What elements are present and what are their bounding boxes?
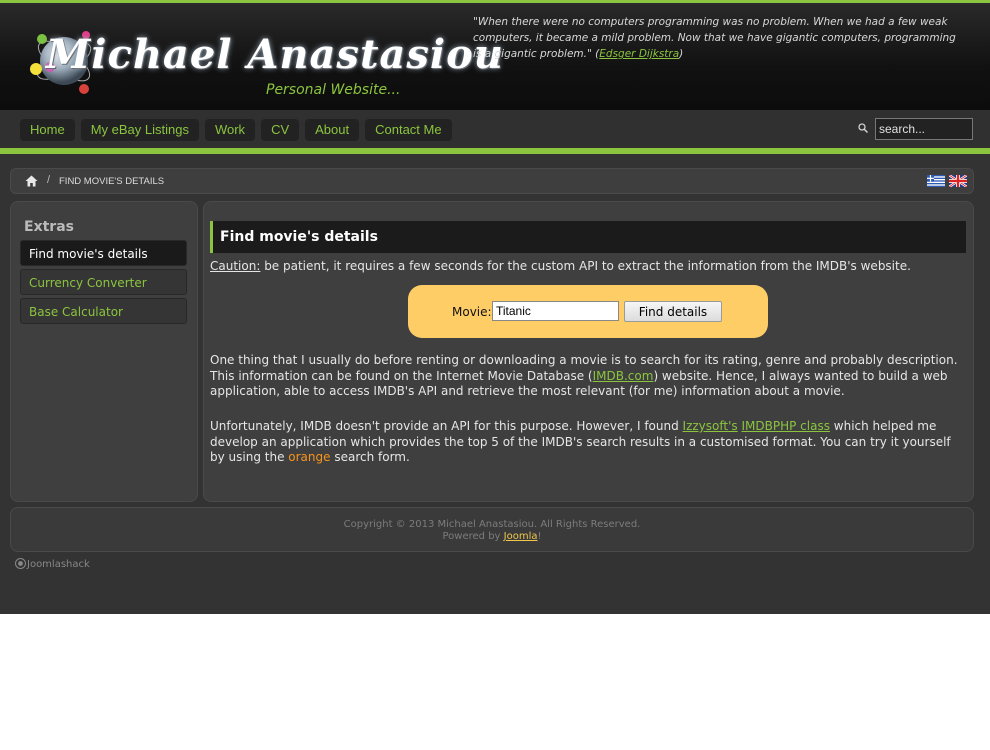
copyright-text: Copyright © 2013 Michael Anastasiou. All… bbox=[343, 519, 641, 530]
joomlashack-label: Joomlashack bbox=[27, 559, 90, 570]
uk-flag-icon[interactable] bbox=[949, 175, 967, 187]
nav-item-about[interactable]: About bbox=[305, 119, 360, 141]
find-details-button[interactable]: Find details bbox=[624, 301, 722, 322]
nav-item-contact-me[interactable]: Contact Me bbox=[365, 119, 452, 141]
search-box bbox=[858, 118, 974, 140]
sidebar-extras: Extras Find movie's details Currency Con… bbox=[10, 201, 198, 502]
quote-text: "When there were no computers programmin… bbox=[473, 16, 956, 60]
greek-flag-icon[interactable] bbox=[927, 175, 945, 187]
joomla-link[interactable]: Joomla bbox=[504, 531, 538, 542]
sidebar-item-find-movie-details[interactable]: Find movie's details bbox=[20, 240, 187, 266]
search-input[interactable] bbox=[875, 118, 973, 140]
nav-menu: Home My eBay Listings Work CV About Cont… bbox=[20, 119, 452, 141]
nav-item-ebay-listings[interactable]: My eBay Listings bbox=[80, 119, 199, 141]
sidebar-item-base-calculator[interactable]: Base Calculator bbox=[20, 298, 187, 324]
site-header: Michael Anastasiou Personal Website... "… bbox=[0, 0, 990, 110]
search-icon bbox=[858, 123, 868, 133]
para2-text-a: Unfortunately, IMDB doesn't provide an A… bbox=[210, 419, 683, 433]
sidebar-item-currency-converter[interactable]: Currency Converter bbox=[20, 269, 187, 295]
caution-text: be patient, it requires a few seconds fo… bbox=[260, 259, 911, 273]
joomlashack-credit[interactable]: Joomlashack bbox=[15, 558, 90, 570]
site-footer: Copyright © 2013 Michael Anastasiou. All… bbox=[10, 507, 974, 552]
breadcrumb-separator: / bbox=[47, 174, 51, 186]
details-paragraph: Unfortunately, IMDB doesn't provide an A… bbox=[210, 419, 968, 466]
orange-word: orange bbox=[288, 450, 331, 464]
page-title-bar: Find movie's details bbox=[210, 221, 966, 253]
para2-text-c: search form. bbox=[330, 450, 410, 464]
izzysoft-link[interactable]: Izzysoft's bbox=[683, 419, 738, 433]
movie-input[interactable] bbox=[492, 301, 619, 321]
main-navigation: Home My eBay Listings Work CV About Cont… bbox=[0, 110, 990, 148]
imdb-link[interactable]: IMDB.com bbox=[593, 369, 654, 383]
powered-by-text: Powered by bbox=[442, 531, 504, 542]
powered-by-line: Powered by Joomla! bbox=[11, 531, 973, 542]
intro-paragraph: One thing that I usually do before renti… bbox=[210, 353, 968, 400]
movie-search-form: Movie: Find details bbox=[408, 285, 768, 338]
powered-by-end: ! bbox=[537, 531, 542, 542]
breadcrumb: / FIND MOVIE'S DETAILS bbox=[10, 168, 974, 194]
nav-divider bbox=[0, 148, 990, 154]
nav-item-cv[interactable]: CV bbox=[261, 119, 300, 141]
caution-note: Caution: be patient, it requires a few s… bbox=[210, 259, 966, 273]
logo-name: Michael Anastasiou bbox=[46, 31, 504, 78]
page-title: Find movie's details bbox=[220, 229, 378, 245]
home-icon[interactable] bbox=[25, 175, 38, 187]
sidebar-title: Extras bbox=[24, 219, 74, 235]
header-quote: "When there were no computers programmin… bbox=[473, 14, 965, 62]
nav-item-work[interactable]: Work bbox=[204, 119, 256, 141]
imdbphp-class-link[interactable]: IMDBPHP class bbox=[741, 419, 829, 433]
nav-item-home[interactable]: Home bbox=[20, 119, 75, 141]
breadcrumb-current: FIND MOVIE'S DETAILS bbox=[59, 176, 165, 187]
site-wrapper: Michael Anastasiou Personal Website... "… bbox=[0, 0, 990, 614]
caution-label: Caution: bbox=[210, 259, 261, 273]
site-logo[interactable]: Michael Anastasiou Personal Website... bbox=[20, 19, 503, 107]
main-content: Find movie's details Caution: be patient… bbox=[203, 201, 974, 502]
quote-close: ) bbox=[679, 48, 684, 60]
logo-tagline: Personal Website... bbox=[266, 82, 401, 98]
movie-label: Movie: bbox=[452, 305, 492, 319]
quote-author-link[interactable]: Edsger Dijkstra bbox=[599, 48, 679, 60]
joomlashack-icon bbox=[15, 558, 26, 569]
